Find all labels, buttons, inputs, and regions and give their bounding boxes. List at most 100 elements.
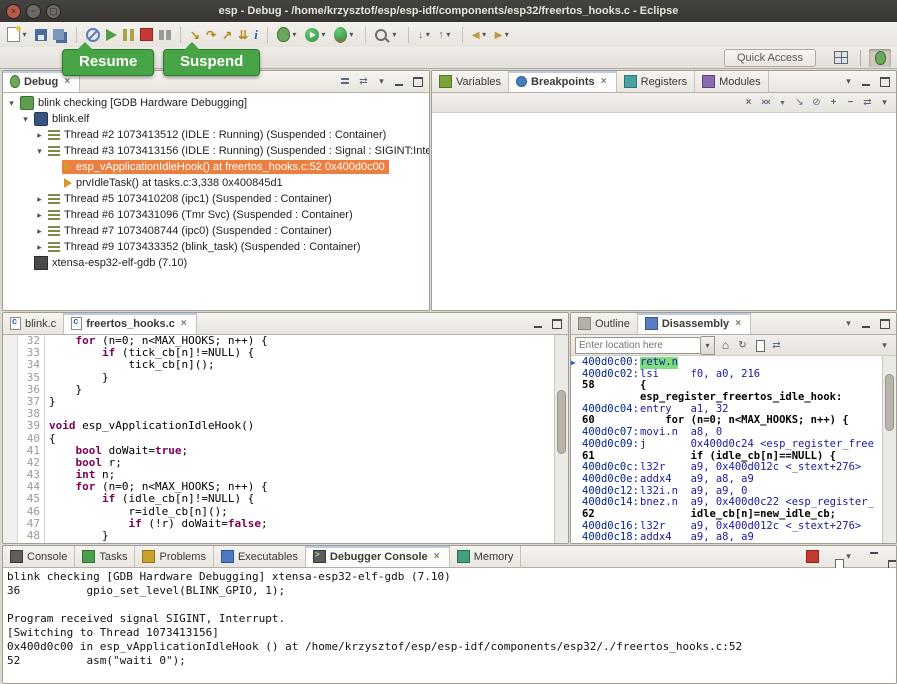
separator[interactable] [360, 25, 371, 45]
show-source-icon[interactable] [752, 338, 767, 353]
breakpoints-list-area[interactable] [432, 113, 896, 310]
view-menu-icon[interactable] [841, 549, 856, 564]
tab-blink-c[interactable]: blink.c [3, 313, 64, 334]
remove-all-breakpoints-icon[interactable] [758, 95, 773, 110]
console-output[interactable]: blink checking [GDB Hardware Debugging] … [3, 568, 896, 683]
step-return-button[interactable] [220, 25, 234, 45]
goto-file-icon[interactable] [792, 95, 807, 110]
tab-executables[interactable]: Executables [214, 546, 306, 567]
minimize-icon[interactable] [531, 316, 546, 331]
annotation-ruler[interactable] [3, 335, 18, 543]
view-menu-icon[interactable] [841, 74, 856, 89]
location-input[interactable] [575, 337, 701, 354]
remove-breakpoint-icon[interactable] [741, 95, 756, 110]
previous-annotation-button[interactable] [436, 25, 455, 45]
thread-5-item[interactable]: Thread #5 1073410208 (ipc1) (Suspended :… [3, 191, 429, 207]
instruction-stepping-button[interactable] [252, 25, 260, 45]
collapse-all-icon[interactable] [338, 74, 353, 89]
tab-problems[interactable]: Problems [135, 546, 213, 567]
frame-idlehook-item[interactable]: esp_vApplicationIdleHook() at freertos_h… [3, 159, 429, 175]
next-annotation-button[interactable] [416, 25, 435, 45]
thread-6-item[interactable]: Thread #6 1073431096 (Tmr Svc) (Suspende… [3, 207, 429, 223]
launch-item[interactable]: blink checking [GDB Hardware Debugging] [3, 95, 429, 111]
scrollbar-thumb[interactable] [557, 390, 566, 454]
back-button[interactable] [470, 25, 491, 45]
tab-memory[interactable]: Memory [450, 546, 522, 567]
dropdown-arrow-icon[interactable] [502, 30, 511, 39]
view-menu-icon[interactable] [877, 338, 892, 353]
view-menu-icon[interactable] [374, 74, 389, 89]
gdb-item[interactable]: xtensa-esp32-elf-gdb (7.10) [3, 255, 429, 271]
disassembly-listing[interactable]: 400d0c00: retw.n 400d0c02: lsi f0, a0, 2… [571, 356, 896, 543]
open-perspective-button[interactable] [830, 49, 852, 67]
open-console-icon[interactable] [823, 549, 838, 564]
separator[interactable] [457, 25, 468, 45]
skip-all-breakpoints-icon[interactable] [809, 95, 824, 110]
dropdown-arrow-icon[interactable] [20, 30, 29, 39]
thread-7-item[interactable]: Thread #7 1073408744 (ipc0) (Suspended :… [3, 223, 429, 239]
tab-debugger-console[interactable]: Debugger Console [306, 546, 450, 567]
maximize-icon[interactable] [410, 74, 425, 89]
collapse-all-icon[interactable] [843, 95, 858, 110]
maximize-icon[interactable] [877, 549, 892, 564]
home-icon[interactable] [718, 338, 733, 353]
tab-disassembly[interactable]: Disassembly [638, 313, 751, 334]
scrollbar-thumb[interactable] [885, 374, 894, 431]
expander-arrow-icon[interactable] [33, 194, 46, 205]
close-tab-icon[interactable] [432, 551, 442, 562]
terminate-button[interactable] [138, 25, 155, 45]
close-window-button[interactable]: × [6, 4, 21, 19]
tab-variables[interactable]: Variables [432, 71, 509, 92]
thread-3-item[interactable]: Thread #3 1073413156 (IDLE : Running) (S… [3, 143, 429, 159]
expander-arrow-icon[interactable] [5, 98, 18, 109]
dropdown-arrow-icon[interactable] [347, 30, 356, 39]
terminate-icon[interactable] [805, 549, 820, 564]
link-with-editor-icon[interactable] [356, 74, 371, 89]
thread-9-item[interactable]: Thread #9 1073433352 (blink_task) (Suspe… [3, 239, 429, 255]
view-menu-icon[interactable] [841, 316, 856, 331]
expander-arrow-icon[interactable] [19, 114, 32, 125]
frame-prvidletask-item[interactable]: prvIdleTask() at tasks.c:3,338 0x400845d… [3, 175, 429, 191]
link-with-active-context-icon[interactable] [769, 338, 784, 353]
search-button[interactable] [373, 25, 401, 45]
close-tab-icon[interactable] [599, 76, 609, 87]
minimize-icon[interactable] [859, 74, 874, 89]
resume-button[interactable] [104, 25, 119, 45]
link-with-debug-icon[interactable] [860, 95, 875, 110]
external-tools-button[interactable] [332, 25, 358, 45]
process-item[interactable]: blink.elf [3, 111, 429, 127]
maximize-window-button[interactable]: ▢ [46, 4, 61, 19]
location-dropdown-icon[interactable] [701, 336, 715, 355]
suspend-button[interactable] [121, 25, 136, 45]
expander-arrow-icon[interactable] [33, 242, 46, 253]
show-supported-breakpoints-icon[interactable] [775, 95, 790, 110]
dropdown-arrow-icon[interactable] [290, 30, 299, 39]
tab-breakpoints[interactable]: Breakpoints [509, 71, 617, 92]
dropdown-arrow-icon[interactable] [480, 30, 489, 39]
view-menu-icon[interactable] [877, 95, 892, 110]
minimize-icon[interactable] [392, 74, 407, 89]
expander-arrow-icon[interactable] [33, 146, 46, 157]
dropdown-arrow-icon[interactable] [319, 30, 328, 39]
debug-tree[interactable]: blink checking [GDB Hardware Debugging] … [3, 93, 429, 310]
dropdown-arrow-icon[interactable] [444, 30, 453, 39]
maximize-icon[interactable] [877, 316, 892, 331]
separator[interactable] [262, 25, 273, 45]
minimize-icon[interactable] [859, 316, 874, 331]
thread-2-item[interactable]: Thread #2 1073413512 (IDLE : Running) (S… [3, 127, 429, 143]
dropdown-arrow-icon[interactable] [423, 30, 432, 39]
close-tab-icon[interactable] [62, 76, 72, 87]
run-button[interactable] [303, 25, 330, 45]
save-button[interactable] [33, 25, 49, 45]
maximize-icon[interactable] [549, 316, 564, 331]
disconnect-button[interactable] [157, 25, 173, 45]
debug-perspective-button[interactable] [869, 49, 891, 67]
refresh-icon[interactable] [735, 338, 750, 353]
tab-modules[interactable]: Modules [695, 71, 769, 92]
close-tab-icon[interactable] [179, 318, 189, 329]
forward-button[interactable] [493, 25, 514, 45]
editor-scrollbar[interactable] [554, 335, 568, 543]
tab-outline[interactable]: Outline [571, 313, 638, 334]
step-over-button[interactable] [204, 25, 218, 45]
debug-button[interactable] [275, 25, 301, 45]
